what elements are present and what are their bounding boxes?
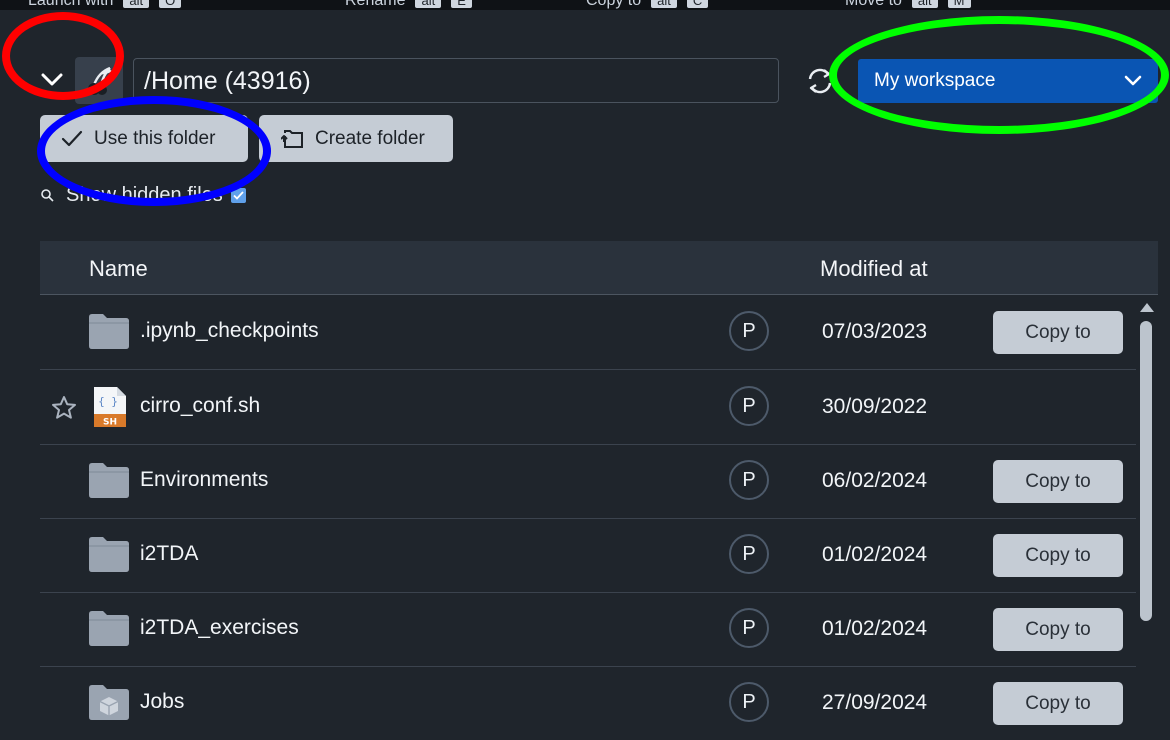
toolbar-copy-to[interactable]: Copy to alt C xyxy=(586,0,709,10)
file-name[interactable]: Jobs xyxy=(140,690,184,714)
table-row[interactable]: .ipynb_checkpoints P 07/03/2023 Copy to xyxy=(40,295,1136,370)
permission-badge: P xyxy=(729,311,769,351)
workspace-select[interactable]: My workspace xyxy=(858,59,1158,103)
copy-to-button[interactable]: Copy to xyxy=(993,608,1123,651)
chevron-down-icon xyxy=(1124,75,1142,86)
refresh-button[interactable] xyxy=(802,64,838,98)
file-name[interactable]: i2TDA xyxy=(140,542,198,566)
copy-to-button[interactable]: Copy to xyxy=(993,534,1123,577)
collapse-toggle[interactable] xyxy=(36,62,68,98)
workspace-label: My workspace xyxy=(874,70,996,91)
scrollbar-thumb[interactable] xyxy=(1140,321,1152,621)
svg-text:{ }: { } xyxy=(98,395,118,408)
table-row[interactable]: Environments P 06/02/2024 Copy to xyxy=(40,444,1136,519)
table-row[interactable]: i2TDA P 01/02/2024 Copy to xyxy=(40,518,1136,593)
refresh-icon xyxy=(808,68,832,94)
modified-date: 27/09/2024 xyxy=(822,691,928,714)
toolbar-launch-with[interactable]: Launch with alt O xyxy=(28,0,182,10)
folder-icon xyxy=(89,314,129,349)
copy-to-button[interactable]: Copy to xyxy=(993,460,1123,503)
jobs-folder-icon xyxy=(89,685,129,720)
permission-badge: P xyxy=(729,386,769,426)
permission-badge: P xyxy=(729,608,769,648)
modified-date: 30/09/2022 xyxy=(822,395,928,418)
cherry-logo-icon xyxy=(88,66,112,95)
toolbar-rename[interactable]: Rename alt E xyxy=(345,0,472,10)
toolbar-move-to[interactable]: Move to alt M xyxy=(845,0,971,10)
create-folder-button[interactable]: Create folder xyxy=(259,115,453,162)
modified-date: 01/02/2024 xyxy=(822,617,928,640)
copy-to-button[interactable]: Copy to xyxy=(993,311,1123,354)
file-table: Name Modified at .ipynb_checkpoints P 07… xyxy=(40,241,1158,726)
use-this-folder-button[interactable]: Use this folder xyxy=(40,115,248,162)
show-hidden-files-label: Show hidden files xyxy=(66,183,223,206)
table-header: Name Modified at xyxy=(40,241,1158,295)
show-hidden-files-option[interactable]: Show hidden files xyxy=(40,182,246,208)
check-icon xyxy=(61,130,83,146)
modified-date: 06/02/2024 xyxy=(822,469,928,492)
file-name[interactable]: i2TDA_exercises xyxy=(140,616,299,640)
permission-badge: P xyxy=(729,682,769,722)
scrollbar[interactable] xyxy=(1137,299,1157,726)
checkmark-icon xyxy=(233,190,244,200)
chevron-down-icon xyxy=(41,73,63,86)
scroll-up-arrow-icon[interactable] xyxy=(1139,301,1155,313)
star-icon[interactable] xyxy=(51,395,77,420)
permission-badge: P xyxy=(729,460,769,500)
top-toolbar-strip: Launch with alt O Rename alt E Copy to alt C M… xyxy=(0,0,1170,10)
table-row[interactable]: i2TDA_exercises P 01/02/2024 Copy to xyxy=(40,592,1136,667)
modified-date: 07/03/2023 xyxy=(822,320,928,343)
folder-icon xyxy=(89,463,129,498)
show-hidden-files-checkbox[interactable] xyxy=(230,187,246,203)
table-row[interactable]: Jobs P 27/09/2024 Copy to xyxy=(40,666,1136,740)
copy-to-button[interactable]: Copy to xyxy=(993,682,1123,725)
column-header-name[interactable]: Name xyxy=(89,256,148,282)
svg-text:SH: SH xyxy=(103,418,117,428)
create-folder-icon xyxy=(281,129,303,148)
path-input[interactable]: /Home (43916) xyxy=(133,58,779,103)
column-header-modified[interactable]: Modified at xyxy=(820,256,928,282)
file-name[interactable]: cirro_conf.sh xyxy=(140,394,260,418)
folder-icon xyxy=(89,611,129,646)
file-name[interactable]: .ipynb_checkpoints xyxy=(140,319,319,343)
permission-badge: P xyxy=(729,534,769,574)
table-row[interactable]: { } SH cirro_conf.sh P 30/09/2022 xyxy=(40,370,1136,445)
search-icon xyxy=(41,189,54,202)
app-logo xyxy=(75,57,123,104)
modified-date: 01/02/2024 xyxy=(822,543,928,566)
shell-script-file-icon: { } SH xyxy=(94,387,126,428)
folder-icon xyxy=(89,537,129,572)
file-name[interactable]: Environments xyxy=(140,468,268,492)
